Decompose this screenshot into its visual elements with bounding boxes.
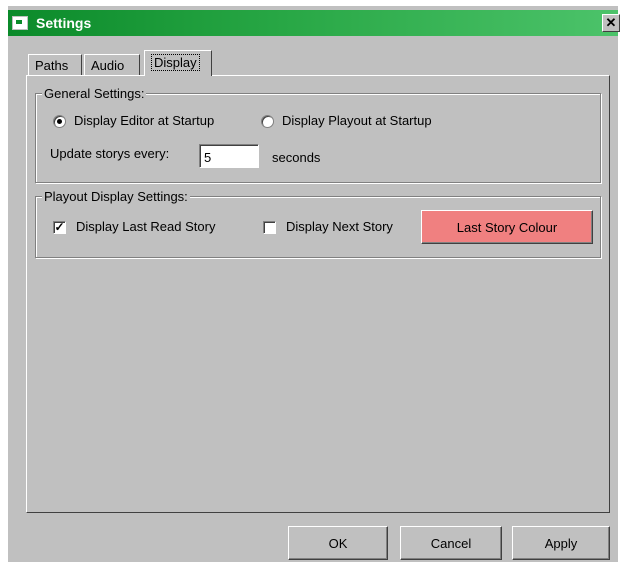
display-playout-label[interactable]: Display Playout at Startup [282,113,432,128]
display-editor-radio[interactable] [53,115,66,128]
display-playout-radio[interactable] [261,115,274,128]
tab-paths[interactable]: Paths [28,54,82,75]
tab-label: Audio [91,58,125,73]
display-last-read-checkbox[interactable]: ✓ [53,221,66,234]
ok-button[interactable]: OK [288,526,388,560]
group-legend: General Settings: [42,86,147,101]
group-legend: Playout Display Settings: [42,189,190,204]
display-editor-label[interactable]: Display Editor at Startup [74,113,214,128]
seconds-label: seconds [272,150,321,165]
apply-button[interactable]: Apply [512,526,610,560]
cancel-button[interactable]: Cancel [400,526,502,560]
update-interval-label: Update storys every: [50,146,170,161]
close-button[interactable]: ✕ [602,14,620,32]
tab-panel-display: General Settings: Display Editor at Star… [26,75,610,513]
tab-label: Display [151,54,200,71]
general-settings-group: General Settings: Display Editor at Star… [35,86,601,183]
tab-audio[interactable]: Audio [84,54,140,75]
tab-display[interactable]: Display [144,50,212,76]
display-next-story-label[interactable]: Display Next Story [286,219,393,234]
title-bar[interactable]: Settings ✕ [8,10,620,36]
last-story-colour-button[interactable]: Last Story Colour [421,210,593,244]
playout-display-settings-group: Playout Display Settings: ✓ Display Last… [35,189,601,258]
update-interval-input[interactable] [199,144,259,168]
display-next-story-checkbox[interactable] [263,221,276,234]
tab-label: Paths [35,58,69,73]
window-icon [12,16,28,30]
display-last-read-label[interactable]: Display Last Read Story [76,219,215,234]
window-title: Settings [36,15,92,31]
